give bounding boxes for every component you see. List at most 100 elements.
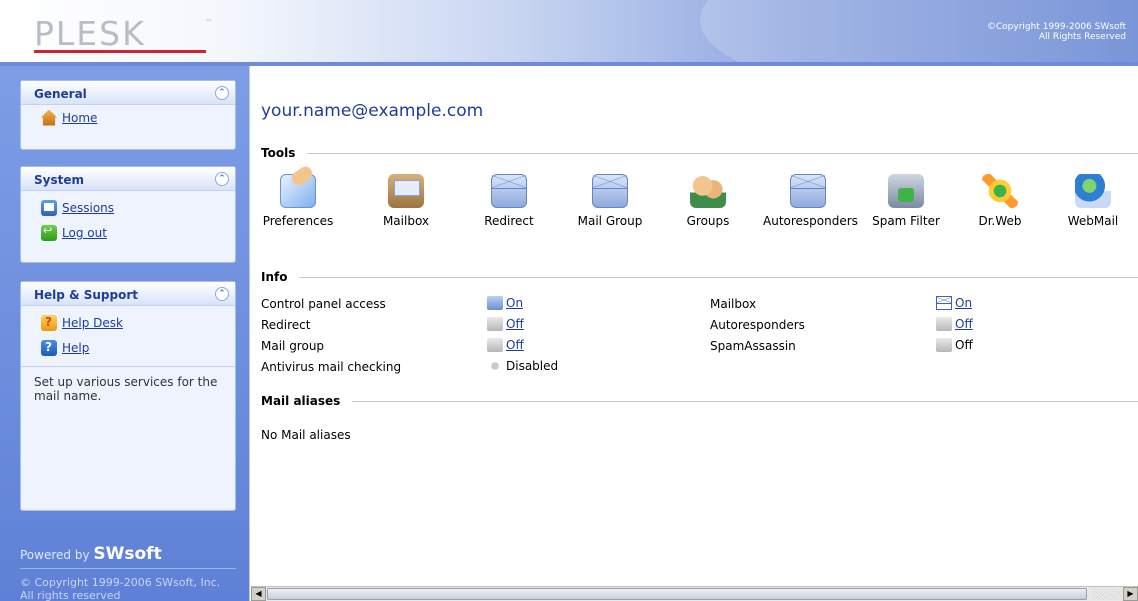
horizontal-scrollbar[interactable]: ◀ ▶ [251, 586, 1138, 601]
tool-mailbox[interactable]: Mailbox [361, 174, 451, 228]
header-banner: PLESK ™ ©Copyright 1999-2006 SWsoft All … [0, 0, 1138, 62]
status-mail-group: Off [487, 338, 524, 352]
redirect-icon [491, 174, 527, 208]
divider [352, 400, 1138, 402]
sidebar-copyright: © Copyright 1999-2006 SWsoft, Inc. All r… [20, 576, 220, 601]
status-antivirus: Disabled [487, 359, 558, 373]
sidebar-item-home[interactable]: Home [21, 105, 235, 130]
mailbox-status-icon [936, 296, 952, 310]
sidebar-item-help-label[interactable]: Help [62, 341, 89, 355]
collapse-icon[interactable]: ⌃ [215, 86, 229, 100]
status-autoresponders: Off [936, 317, 973, 331]
tool-label: Spam Filter [872, 214, 940, 228]
page-title: your.name@example.com [261, 101, 484, 121]
scroll-left-icon[interactable]: ◀ [251, 587, 266, 601]
tool-groups[interactable]: Groups [663, 174, 753, 228]
sidebar-copyright-line2: All rights reserved [20, 589, 121, 601]
sidebar-item-help-desk-label[interactable]: Help Desk [62, 316, 123, 330]
panel-general: General ⌃ Home [20, 80, 236, 150]
tool-drweb[interactable]: Dr.Web [955, 174, 1045, 228]
plesk-logo: PLESK [34, 14, 146, 53]
autoresponders-icon [790, 174, 826, 208]
header-copyright: ©Copyright 1999-2006 SWsoft All Rights R… [987, 22, 1126, 42]
info-heading: Info [261, 270, 1138, 284]
tool-label: Redirect [484, 214, 534, 228]
logout-icon [41, 224, 57, 241]
sidebar-item-home-label[interactable]: Home [62, 111, 97, 125]
tool-autoresponders[interactable]: Autoresponders [763, 174, 858, 228]
scrollbar-thumb[interactable] [267, 588, 1087, 600]
powered-by: Powered by SWsoft [20, 544, 162, 564]
panel-help-title: Help & Support [34, 288, 138, 302]
tool-preferences[interactable]: Preferences [253, 174, 343, 228]
collapse-icon[interactable]: ⌃ [215, 172, 229, 186]
panel-general-header: General ⌃ [21, 81, 235, 105]
divider [299, 276, 1138, 278]
aliases-heading-label: Mail aliases [261, 394, 341, 408]
header-copyright-line1: ©Copyright 1999-2006 SWsoft [986, 22, 1126, 32]
sidebar-item-sessions[interactable]: Sessions [21, 195, 235, 220]
sidebar-item-help-desk[interactable]: Help Desk [21, 310, 235, 335]
tool-mail-group[interactable]: Mail Group [565, 174, 655, 228]
tool-spam-filter[interactable]: Spam Filter [861, 174, 951, 228]
panel-system-title: System [34, 173, 84, 187]
mailbox-icon [388, 174, 424, 208]
webmail-icon [1075, 174, 1111, 208]
tools-toolbar: Preferences Mailbox Redirect Mail Group … [251, 174, 1138, 234]
sidebar-item-sessions-label[interactable]: Sessions [62, 201, 114, 215]
drweb-icon [982, 174, 1018, 208]
sidebar-item-help[interactable]: Help [21, 335, 235, 360]
tool-label: WebMail [1067, 214, 1119, 228]
info-label: Mail group [261, 339, 325, 353]
info-label: Mailbox [710, 297, 757, 311]
tool-label: Mailbox [382, 214, 430, 228]
status-value-link[interactable]: Off [506, 317, 524, 331]
status-mailbox: On [936, 296, 972, 310]
preferences-icon [280, 174, 316, 208]
status-value-link[interactable]: Off [506, 338, 524, 352]
mail-group-status-icon [487, 338, 503, 352]
info-heading-label: Info [261, 270, 288, 284]
swsoft-logo[interactable]: SWsoft [93, 544, 161, 564]
sidebar: General ⌃ Home System ⌃ Sessions Log out… [0, 66, 250, 601]
control-panel-icon [487, 296, 503, 310]
home-icon [41, 109, 57, 126]
logo-trademark: ™ [205, 18, 213, 27]
status-spamassassin: Off [936, 338, 973, 352]
mail-group-icon [592, 174, 628, 208]
divider [307, 152, 1138, 154]
main-content: your.name@example.com Tools Preferences … [251, 66, 1138, 586]
sidebar-item-logout-label[interactable]: Log out [62, 226, 107, 240]
help-icon [41, 339, 57, 356]
sidebar-item-logout[interactable]: Log out [21, 220, 235, 245]
tool-label: Preferences [262, 214, 334, 228]
groups-icon [690, 174, 726, 208]
status-value: Off [955, 338, 973, 352]
status-control-panel: On [487, 296, 523, 310]
antivirus-icon [487, 359, 503, 373]
panel-general-title: General [34, 87, 87, 101]
powered-divider [20, 568, 236, 569]
status-value-link[interactable]: On [955, 296, 972, 310]
scrollbar-track[interactable] [1092, 588, 1122, 600]
no-aliases-text: No Mail aliases [261, 428, 351, 442]
tool-label: Groups [686, 214, 730, 228]
tool-label: Mail Group [577, 214, 643, 228]
sidebar-copyright-line1: © Copyright 1999-2006 SWsoft, Inc. [20, 576, 221, 589]
tool-redirect[interactable]: Redirect [464, 174, 554, 228]
help-desk-icon [41, 314, 57, 331]
status-redirect: Off [487, 317, 524, 331]
scroll-right-icon[interactable]: ▶ [1123, 587, 1138, 601]
panel-help-header: Help & Support ⌃ [21, 282, 235, 306]
tool-webmail[interactable]: WebMail [1048, 174, 1138, 228]
tool-label: Dr.Web [978, 214, 1022, 228]
spam-filter-icon [888, 174, 924, 208]
collapse-icon[interactable]: ⌃ [215, 287, 229, 301]
info-label: Redirect [261, 318, 311, 332]
status-value-link[interactable]: On [506, 296, 523, 310]
panel-description: Set up various services for the mail nam… [21, 366, 235, 411]
aliases-heading: Mail aliases [261, 394, 1138, 408]
panel-system-header: System ⌃ [21, 167, 235, 191]
status-value-link[interactable]: Off [955, 317, 973, 331]
info-label: Antivirus mail checking [261, 360, 402, 374]
